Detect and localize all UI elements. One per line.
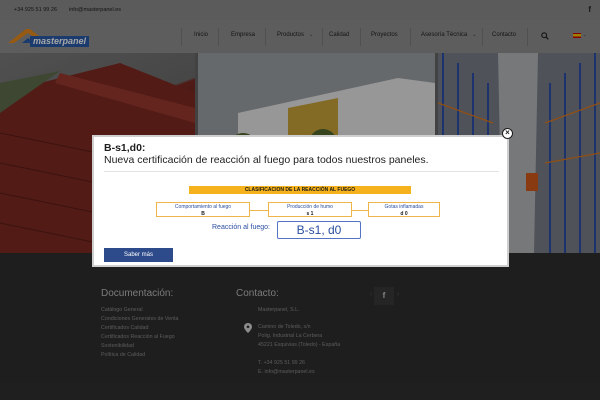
certificate-connector	[352, 210, 368, 211]
certificate-box-label: Gotas inflamadas	[384, 204, 424, 210]
certificate-box-value: B	[201, 211, 205, 217]
certificate-box-label: Comportamiento al fuego	[174, 204, 232, 210]
certification-modal: B-s1,d0: Nueva certificación de reacción…	[92, 135, 509, 267]
close-icon[interactable]: ×	[502, 128, 513, 139]
certificate-box-value: s 1	[306, 211, 314, 217]
certificate-connector	[250, 210, 268, 211]
modal-divider	[104, 171, 499, 172]
modal-subtitle: Nueva certificación de reacción al fuego…	[104, 154, 429, 166]
certificate-box-value: d 0	[400, 211, 408, 217]
certificate-reaction-value: B-s1, d0	[277, 221, 361, 239]
fire-reaction-certificate: CLASIFICACION DE LA REACCIÓN AL FUEGO Co…	[144, 177, 459, 244]
certificate-box-smoke: Producción de humo s 1	[268, 202, 352, 217]
certificate-box-label: Producción de humo	[287, 204, 333, 210]
certificate-box-fire-behaviour: Comportamiento al fuego B	[156, 202, 250, 217]
certificate-reaction-label: Reacción al fuego:	[212, 224, 270, 231]
saber-mas-button[interactable]: Saber más	[104, 248, 173, 262]
modal-title: B-s1,d0:	[104, 142, 146, 154]
certificate-box-droplets: Gotas inflamadas d 0	[368, 202, 440, 217]
certificate-header: CLASIFICACION DE LA REACCIÓN AL FUEGO	[189, 186, 411, 194]
